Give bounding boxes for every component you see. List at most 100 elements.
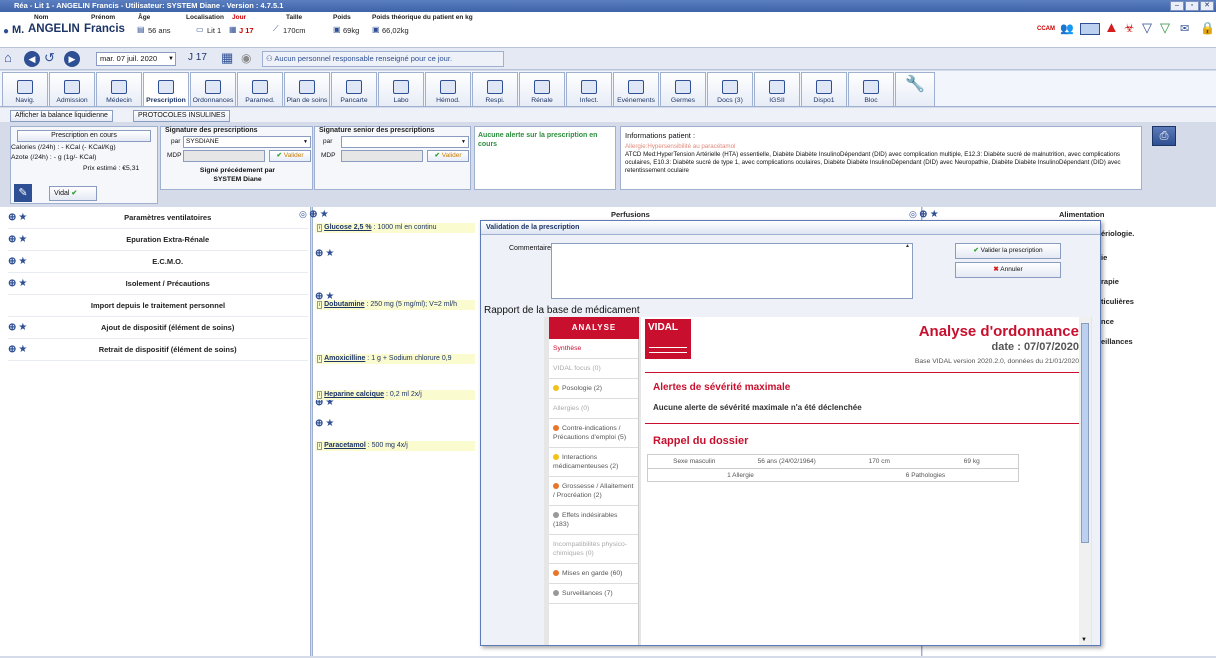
vidal-menu-item[interactable]: Contre-indications / Précautions d'emplo… <box>549 419 638 448</box>
favorite-icon[interactable]: ★ <box>320 209 329 220</box>
left-row[interactable]: ⊕ ★ E.C.M.O. <box>8 251 308 273</box>
left-row[interactable]: ⊕ ★ Paramètres ventilatoires <box>8 207 308 229</box>
add-icon[interactable]: ⊕ <box>8 344 16 355</box>
left-row[interactable]: ⊕ ★ Isolement / Précautions <box>8 273 308 295</box>
mail-icon[interactable]: ✉ <box>1180 22 1189 35</box>
tab-dispo1[interactable]: Dispo1 <box>801 72 847 106</box>
calendar-grid-icon[interactable]: ▦ <box>221 50 233 66</box>
tab-paramed[interactable]: Paramed. <box>237 72 283 106</box>
vidal-scrollbar[interactable]: ▼ <box>1079 317 1091 645</box>
favorite-icon[interactable]: ★ <box>18 256 27 267</box>
edit-button[interactable]: ✎ <box>14 184 32 202</box>
tab-plan-de-soins[interactable]: Plan de soins <box>284 72 330 106</box>
warning-icon[interactable]: ▲ <box>1104 19 1119 36</box>
tab-labo[interactable]: Labo <box>378 72 424 106</box>
vidal-menu-item[interactable]: Mises en garde (60) <box>549 564 638 584</box>
close-button[interactable]: ✕ <box>1200 1 1214 11</box>
home-icon[interactable]: ⌂ <box>4 50 12 65</box>
vidal-button[interactable]: Vidal ✔ <box>49 186 97 201</box>
tab-medecin[interactable]: Médecin <box>96 72 142 106</box>
left-row[interactable]: ⊕ ★ Epuration Extra-Rénale <box>8 229 308 251</box>
vidal-menu-item[interactable]: Effets indésirables (183) <box>549 506 638 535</box>
add-icon[interactable]: ⊕ <box>919 209 927 220</box>
add-icon[interactable]: ⊕ <box>8 256 16 267</box>
validate-signature-button[interactable]: ✔ Valider <box>269 150 311 162</box>
medication-line[interactable]: i Dobutamine : 250 mg (5 mg/ml); V=2 ml/h <box>315 300 475 310</box>
signer-select[interactable]: SYSDIANE ▼ <box>183 136 311 148</box>
tab-prescription[interactable]: Prescription <box>143 72 189 106</box>
favorite-icon[interactable]: ★ <box>18 212 27 223</box>
eye-icon[interactable]: ◎ <box>909 209 917 219</box>
favorite-icon[interactable]: ★ <box>930 209 939 220</box>
medication-line[interactable]: i Glucose 2,5 % : 1000 ml en continu <box>315 223 475 233</box>
tab-renale[interactable]: Rénale <box>519 72 565 106</box>
favorite-icon[interactable]: ★ <box>18 234 27 245</box>
favorite-icon[interactable]: ★ <box>325 248 334 259</box>
tab-igsii[interactable]: IGSII <box>754 72 800 106</box>
add-icon[interactable]: ⊕ <box>309 209 317 220</box>
medication-line[interactable]: i Paracetamol : 500 mg 4x/j <box>315 441 475 451</box>
left-row[interactable]: ⊕ ★ Retrait de dispositif (élément de soin… <box>8 339 308 361</box>
tab-respi[interactable]: Respi. <box>472 72 518 106</box>
people-icon[interactable]: 👥 <box>1060 22 1074 35</box>
favorite-icon[interactable]: ★ <box>18 278 27 289</box>
minimize-button[interactable]: – <box>1170 1 1184 11</box>
ccam-icon[interactable]: CCAM <box>1037 26 1055 32</box>
maximize-button[interactable]: ▫ <box>1185 1 1199 11</box>
vidal-filter-icon[interactable]: ▽ <box>1160 20 1170 36</box>
favorite-icon[interactable]: ★ <box>325 418 334 429</box>
tab-pancarte[interactable]: Pancarte <box>331 72 377 106</box>
filter-icon[interactable]: ▽ <box>1142 20 1152 36</box>
prev-day-button[interactable]: ◀ <box>24 51 40 67</box>
vidal-menu-item[interactable]: Interactions médicamenteuses (2) <box>549 448 638 477</box>
print-button[interactable]: ⎙ <box>1152 126 1176 146</box>
biohazard-icon[interactable]: ☣ <box>1124 21 1135 35</box>
senior-password[interactable] <box>341 150 423 162</box>
vidal-menu-item[interactable]: VIDAL focus (0) <box>549 359 638 379</box>
medication-line[interactable]: i Heparine calcique : 0,2 ml 2x/j <box>315 390 475 400</box>
prescription-status-button[interactable]: Prescription en cours <box>17 130 151 142</box>
today-icon[interactable]: ↺ <box>44 50 55 66</box>
tab-evenements[interactable]: Evénements <box>613 72 659 106</box>
tab-admission[interactable]: Admission <box>49 72 95 106</box>
validate-senior-button[interactable]: ✔ Valider <box>427 150 469 162</box>
add-icon[interactable]: ⊕ <box>315 418 323 429</box>
left-row[interactable]: ⊕ ★ Ajout de dispositif (élément de soins) <box>8 317 308 339</box>
left-row[interactable]: Import depuis le traitement personnel <box>8 295 308 317</box>
vidal-menu-item[interactable]: Synthèse <box>549 339 638 359</box>
add-icon[interactable]: ⊕ <box>8 234 16 245</box>
eye-icon[interactable]: ◎ <box>299 209 307 219</box>
monitor-icon[interactable] <box>1080 23 1100 35</box>
next-day-button[interactable]: ▶ <box>64 51 80 67</box>
settings-icon[interactable]: ◉ <box>241 51 251 65</box>
tab-hemod[interactable]: Hémod. <box>425 72 471 106</box>
date-picker[interactable]: mar. 07 juil. 2020 ▼ <box>96 52 176 66</box>
medication-line[interactable]: i Amoxicilline : 1 g + Sodium chlorure 0,… <box>315 354 475 364</box>
tab-bloc[interactable]: Bloc <box>848 72 894 106</box>
protocoles-button[interactable]: PROTOCOLES INSULINES <box>133 110 231 122</box>
add-icon[interactable]: ⊕ <box>8 278 16 289</box>
senior-signer-select[interactable]: ▼ <box>341 136 469 148</box>
vidal-menu-item[interactable]: Allergies (0) <box>549 399 638 419</box>
vidal-menu-item[interactable]: Incompatibilités physico-chimiques (0) <box>549 535 638 564</box>
add-icon[interactable]: ⊕ <box>8 322 16 333</box>
favorite-icon[interactable]: ★ <box>18 322 27 333</box>
scroll-down-icon[interactable]: ▼ <box>1081 637 1087 643</box>
validate-prescription-button[interactable]: ✔ Valider la prescription <box>955 243 1061 259</box>
commentaire-input[interactable] <box>551 243 913 299</box>
vidal-menu-item[interactable]: Posologie (2) <box>549 379 638 399</box>
balance-button[interactable]: Afficher la balance liquidienne <box>10 110 113 122</box>
tools-tab[interactable]: 🔧 <box>895 72 935 106</box>
cancel-button[interactable]: ✖ Annuler <box>955 262 1061 278</box>
favorite-icon[interactable]: ★ <box>18 344 27 355</box>
signer-password[interactable] <box>183 150 265 162</box>
vidal-menu-item[interactable]: Grossesse / Allaitement / Procréation (2… <box>549 477 638 506</box>
vidal-menu-item[interactable]: Surveillances (7) <box>549 584 638 604</box>
tab-ordonnances[interactable]: Ordonnances <box>190 72 236 106</box>
tab-navig[interactable]: Navig. <box>2 72 48 106</box>
tab-infect[interactable]: Infect. <box>566 72 612 106</box>
tab-docs[interactable]: Docs (3) <box>707 72 753 106</box>
lock-icon[interactable]: 🔒 <box>1200 21 1215 35</box>
add-icon[interactable]: ⊕ <box>8 212 16 223</box>
tab-germes[interactable]: Germes <box>660 72 706 106</box>
